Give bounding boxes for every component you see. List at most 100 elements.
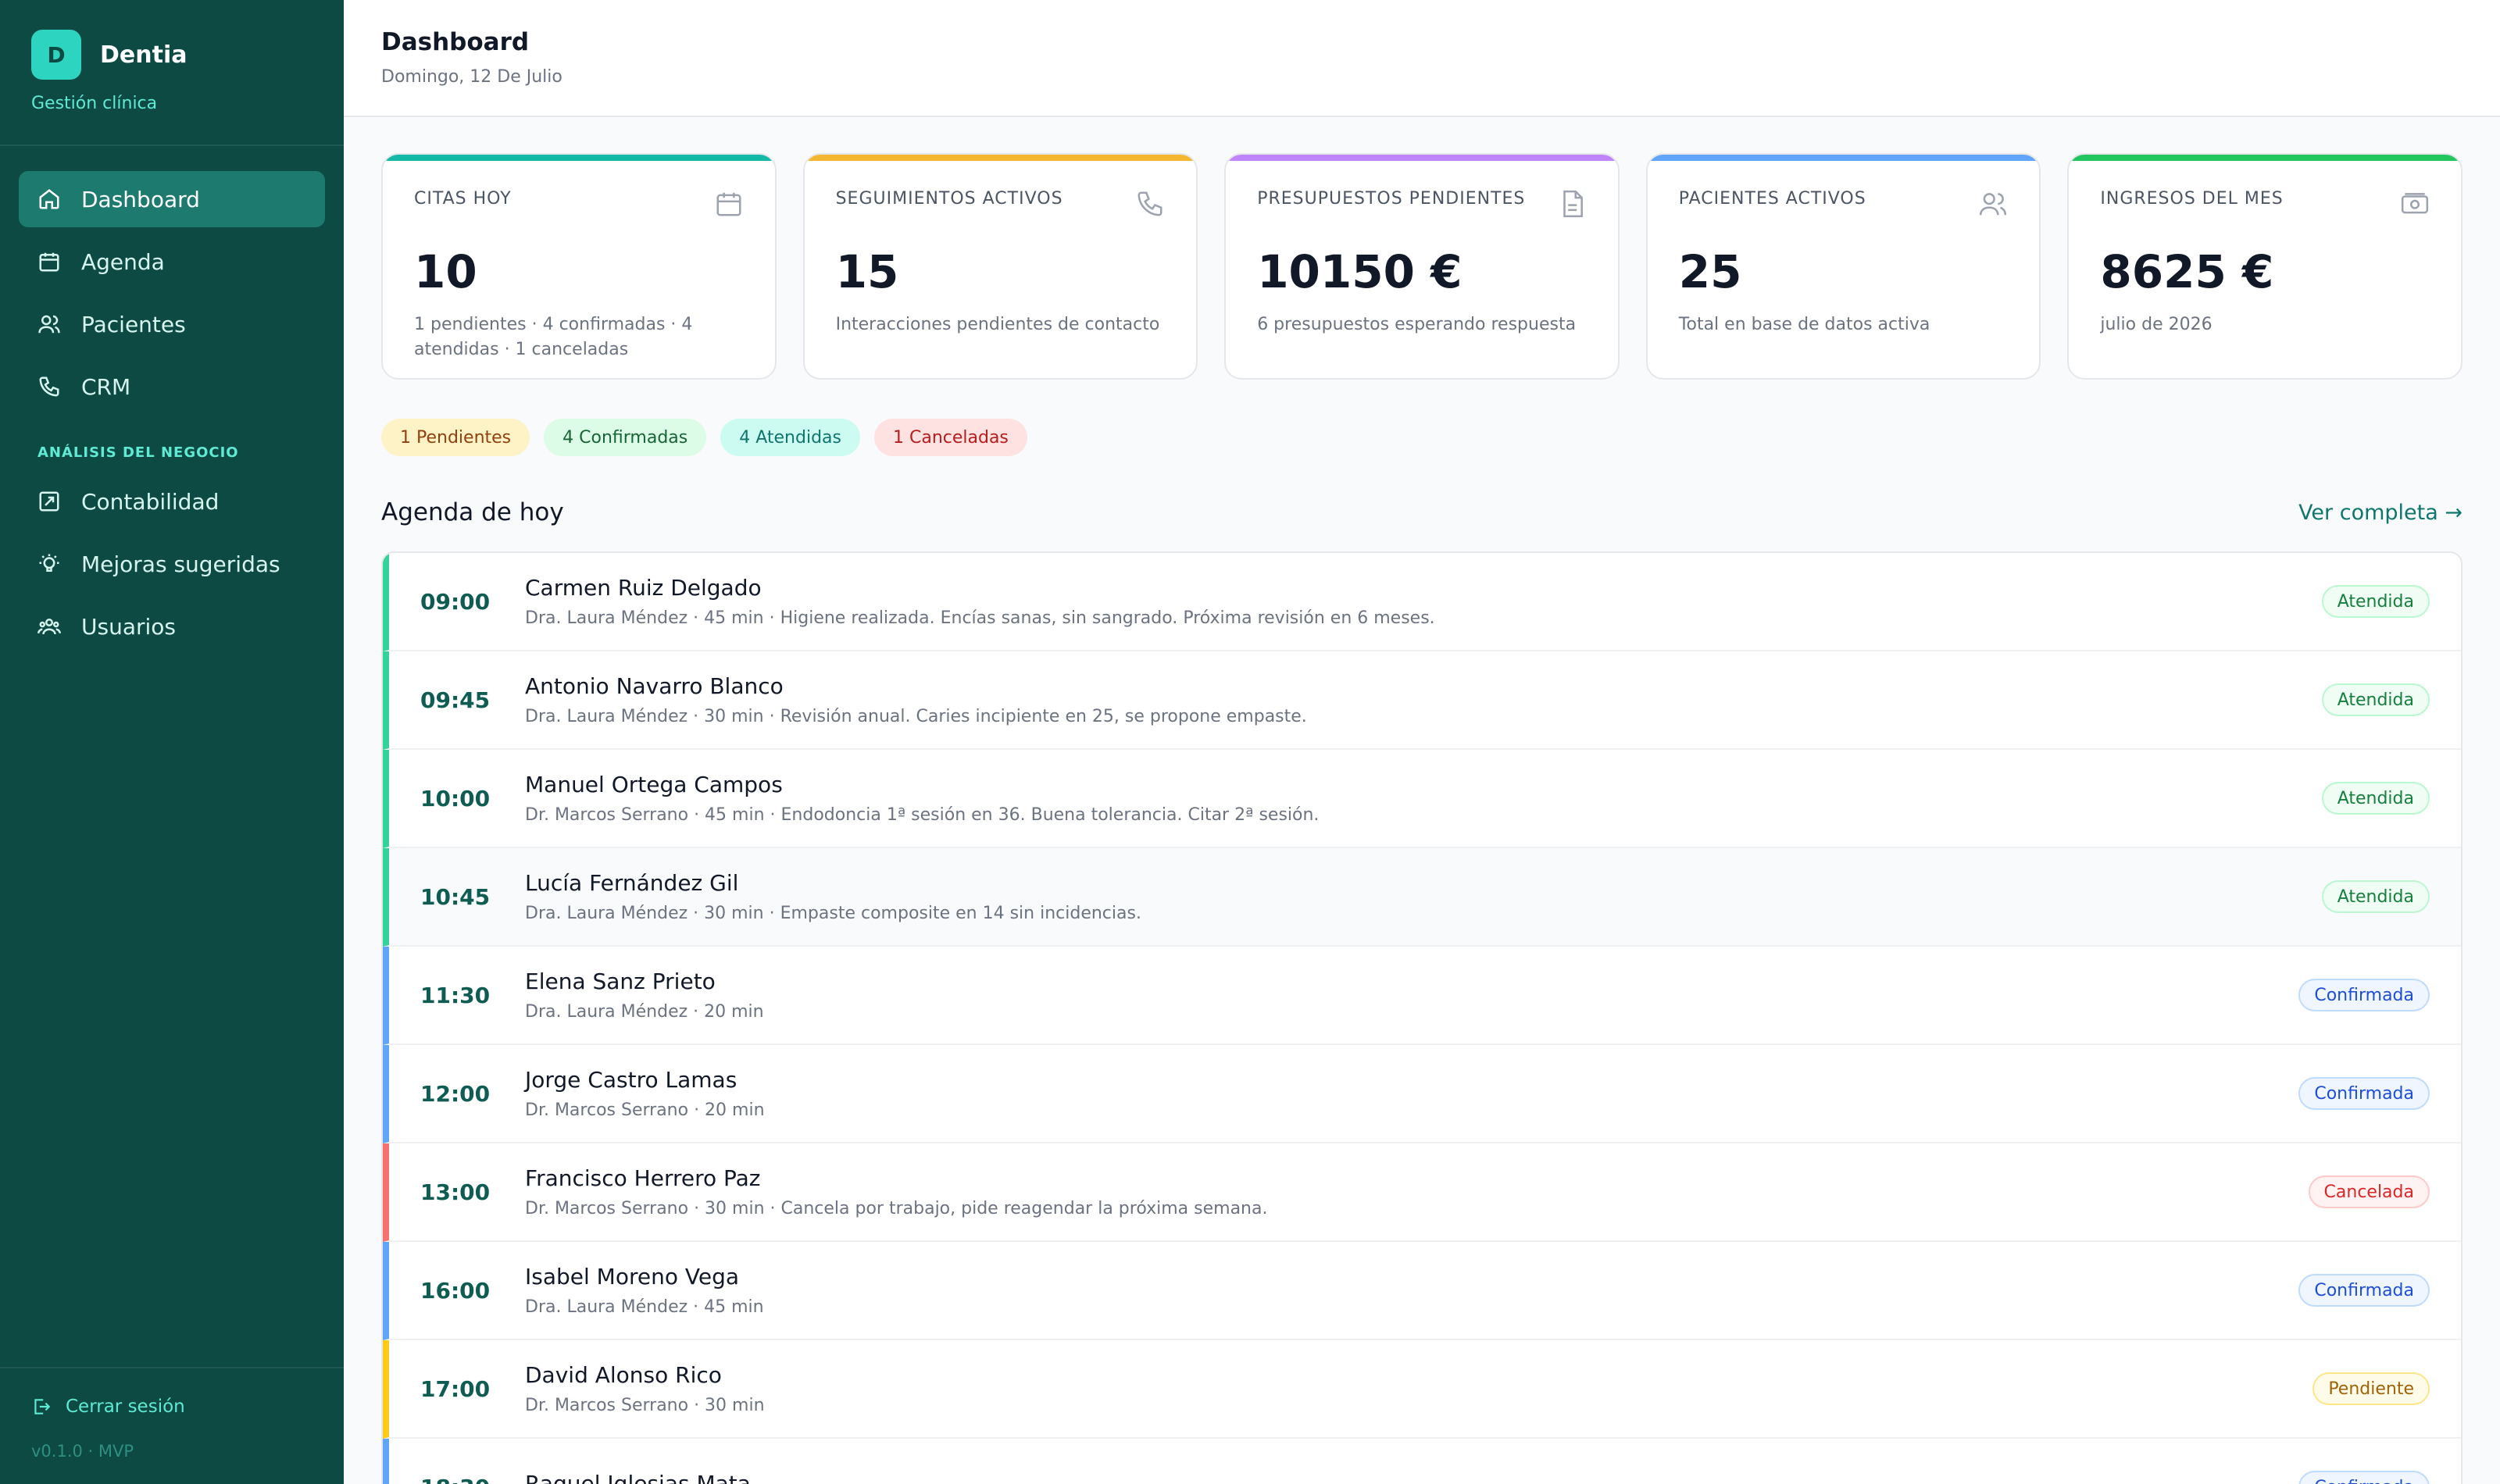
agenda-header: Agenda de hoy Ver completa → (381, 497, 2462, 528)
sidebar-item-pacientes[interactable]: Pacientes (19, 296, 325, 352)
appointment-time: 16:00 (420, 1277, 491, 1304)
logout-icon (34, 1399, 51, 1414)
agenda-row[interactable]: 10:00 Manuel Ortega Campos Dr. Marcos Serr… (383, 750, 2461, 848)
dashboard-content: CITAS HOY 10 1 pendientes · 4 confirmada… (344, 117, 2500, 1484)
status-badge[interactable]: Atendida (2321, 782, 2430, 815)
kpi-value: 8625 € (2100, 245, 2274, 298)
view-full-agenda-link[interactable]: Ver completa → (2298, 501, 2462, 525)
agenda-row[interactable]: 18:30Raquel Iglesias Mata Confirmada (383, 1439, 2461, 1484)
sidebar-item-label: CRM (81, 373, 131, 400)
phone-icon (39, 376, 59, 397)
patient-name: Antonio Navarro Blanco (525, 673, 784, 699)
agenda-row[interactable]: 10:45 Lucía Fernández Gil Dra. Laura Ménde… (383, 848, 2461, 947)
kpi-card-seguimientos[interactable]: SEGUIMIENTOS ACTIVOS 15 Interacciones pe… (802, 153, 1198, 380)
brand: D Dentia Gestión clínica (0, 0, 344, 146)
kpi-card-ingresos[interactable]: INGRESOS DEL MES 8625 € julio de 2026 (2067, 153, 2462, 380)
appointment-info: Raquel Iglesias Mata (525, 1471, 2298, 1484)
status-badge[interactable]: Cancelada (2308, 1175, 2430, 1208)
appointment-info: Jorge Castro Lamas Dr. Marcos Serrano · 2… (525, 1067, 2298, 1120)
main-area: Dashboard Domingo, 12 De Julio CITAS HOY… (344, 0, 2500, 1484)
agenda-row[interactable]: 11:30 Elena Sanz Prieto Dra. Laura Méndez … (383, 947, 2461, 1045)
pill-atendidas[interactable]: 4 Atendidas (720, 419, 860, 456)
user-group-icon (38, 619, 61, 635)
kpi-card-citas[interactable]: CITAS HOY 10 1 pendientes · 4 confirmada… (381, 153, 777, 380)
appointment-info: Manuel Ortega Campos Dr. Marcos Serrano ·… (525, 772, 2322, 825)
cash-icon (2400, 189, 2430, 222)
brand-logo[interactable]: D (31, 30, 81, 80)
version-text: v0.1.0 · MVP (31, 1442, 134, 1461)
pill-canceladas[interactable]: 1 Canceladas (873, 419, 1027, 456)
sidebar-item-crm[interactable]: CRM (19, 359, 325, 415)
agenda-row[interactable]: 09:45 Antonio Navarro Blanco Dra. Laura Mé… (383, 651, 2461, 750)
status-badge[interactable]: Confirmada (2298, 1471, 2430, 1484)
appointment-detail: Dr. Marcos Serrano · 30 min (525, 1396, 765, 1415)
status-badge[interactable]: Atendida (2321, 880, 2430, 913)
sidebar: D Dentia Gestión clínica Dashboard Agend… (0, 0, 344, 1484)
kpi-subtext: julio de 2026 (2100, 315, 2212, 334)
kpi-label: PACIENTES ACTIVOS (1678, 189, 1866, 209)
agenda-title: Agenda de hoy (381, 498, 564, 526)
appointment-info: Elena Sanz Prieto Dra. Laura Méndez · 20 … (525, 969, 2298, 1022)
brand-subtitle: Gestión clínica (31, 94, 158, 113)
agenda-row[interactable]: 17:00 David Alonso Rico Dr. Marcos Serrano… (383, 1340, 2461, 1439)
sidebar-item-dashboard[interactable]: Dashboard (19, 171, 325, 227)
appointment-detail: Dra. Laura Méndez · 20 min (525, 1002, 764, 1022)
appointment-info: Lucía Fernández Gil Dra. Laura Méndez · 3… (525, 870, 2322, 923)
appointment-time: 09:45 (420, 687, 491, 713)
appointment-detail: Dra. Laura Méndez · 45 min (525, 1297, 764, 1317)
patient-name: Francisco Herrero Paz (525, 1165, 761, 1191)
appointment-detail: Dra. Laura Méndez · 45 min · Higiene rea… (525, 608, 1435, 628)
appointment-time: 09:00 (420, 588, 491, 615)
kpi-card-presupuestos[interactable]: PRESUPUESTOS PENDIENTES 10150 € 6 presup… (1224, 153, 1620, 380)
status-badge[interactable]: Atendida (2321, 585, 2430, 618)
patient-name: Manuel Ortega Campos (525, 772, 783, 797)
kpi-label: INGRESOS DEL MES (2100, 189, 2284, 209)
appointment-detail: Dra. Laura Méndez · 30 min · Empaste com… (525, 904, 1141, 923)
agenda-row[interactable]: 09:00 Carmen Ruiz Delgado Dra. Laura Ménde… (383, 553, 2461, 651)
status-badge[interactable]: Confirmada (2298, 1274, 2430, 1307)
appointment-time: 10:00 (420, 785, 491, 812)
kpi-cards: CITAS HOY 10 1 pendientes · 4 confirmada… (381, 153, 2462, 380)
topbar: Dashboard Domingo, 12 De Julio (344, 0, 2500, 117)
status-badge[interactable]: Confirmada (2298, 1077, 2430, 1110)
chart-box-icon (39, 491, 59, 512)
kpi-label: CITAS HOY (414, 189, 512, 209)
status-badge[interactable]: Atendida (2321, 683, 2430, 716)
page-title: Dashboard (381, 28, 530, 56)
appointment-info: Carmen Ruiz Delgado Dra. Laura Méndez · 4… (525, 575, 2322, 628)
sidebar-item-usuarios[interactable]: Usuarios (19, 598, 325, 655)
kpi-value: 10 (414, 245, 477, 298)
sidebar-footer: Cerrar sesión v0.1.0 · MVP (0, 1367, 344, 1484)
page-date: Domingo, 12 De Julio (381, 67, 562, 87)
appointment-detail: Dr. Marcos Serrano · 30 min · Cancela po… (525, 1199, 1268, 1218)
status-badge[interactable]: Pendiente (2312, 1372, 2430, 1405)
sidebar-item-contabilidad[interactable]: Contabilidad (19, 473, 325, 530)
lightbulb-icon (39, 554, 59, 572)
sidebar-item-label: Dashboard (81, 186, 200, 212)
document-icon (1557, 189, 1587, 222)
patient-name: Raquel Iglesias Mata (525, 1470, 751, 1484)
appointment-info: Isabel Moreno Vega Dra. Laura Méndez · 45… (525, 1264, 2298, 1317)
sidebar-item-mejoras[interactable]: Mejoras sugeridas (19, 536, 325, 592)
sidebar-item-label: Agenda (81, 248, 165, 275)
pill-pendientes[interactable]: 1 Pendientes (381, 419, 530, 456)
patient-name: Isabel Moreno Vega (525, 1264, 740, 1290)
patient-name: Carmen Ruiz Delgado (525, 575, 762, 601)
logout-button[interactable]: Cerrar sesión (31, 1387, 312, 1426)
kpi-value: 15 (835, 245, 899, 298)
sidebar-item-label: Mejoras sugeridas (81, 551, 280, 577)
status-badge[interactable]: Confirmada (2298, 979, 2430, 1011)
sidebar-item-agenda[interactable]: Agenda (19, 234, 325, 290)
appointment-detail: Dr. Marcos Serrano · 45 min · Endodoncia… (525, 805, 1320, 825)
agenda-row[interactable]: 13:00 Francisco Herrero Paz Dr. Marcos Ser… (383, 1143, 2461, 1242)
appointment-info: Antonio Navarro Blanco Dra. Laura Méndez … (525, 673, 2322, 726)
sidebar-item-label: Pacientes (81, 311, 186, 337)
agenda-row[interactable]: 12:00 Jorge Castro Lamas Dr. Marcos Serran… (383, 1045, 2461, 1143)
appointment-detail: Dr. Marcos Serrano · 20 min (525, 1101, 765, 1120)
agenda-row[interactable]: 16:00 Isabel Moreno Vega Dra. Laura Méndez… (383, 1242, 2461, 1340)
nav-section-label: ANÁLISIS DEL NEGOCIO (38, 444, 239, 461)
kpi-card-pacientes[interactable]: PACIENTES ACTIVOS 25 Total en base de da… (1645, 153, 2041, 380)
sidebar-item-label: Contabilidad (81, 488, 220, 515)
appointment-info: David Alonso Rico Dr. Marcos Serrano · 30… (525, 1362, 2312, 1415)
pill-confirmadas[interactable]: 4 Confirmadas (544, 419, 707, 456)
